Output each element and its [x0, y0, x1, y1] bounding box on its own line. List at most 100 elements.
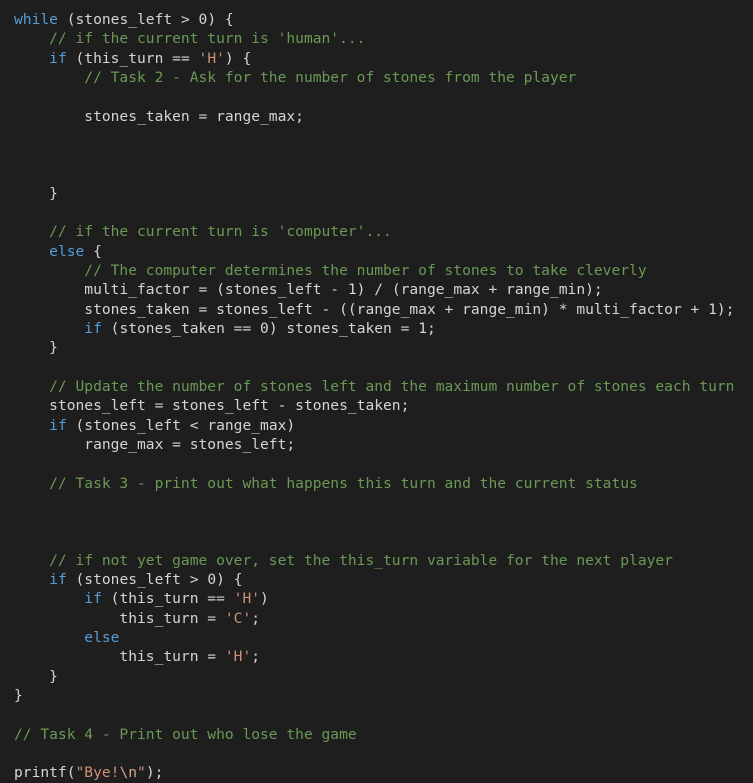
code-line[interactable]: stones_taken = stones_left - ((range_max… — [14, 300, 753, 319]
code-token-def — [14, 571, 49, 588]
code-line[interactable]: } — [14, 667, 753, 686]
code-token-def: ) — [260, 590, 269, 608]
code-token-str: 'C' — [224, 609, 252, 627]
code-line[interactable] — [14, 145, 753, 164]
code-line[interactable]: else { — [14, 242, 753, 261]
code-line[interactable]: } — [14, 338, 753, 357]
code-token-str: "Bye! — [75, 764, 120, 782]
code-token-def — [14, 417, 49, 434]
code-line[interactable] — [14, 203, 753, 222]
code-line[interactable]: // Task 2 - Ask for the number of stones… — [14, 68, 753, 87]
code-token-def: ) { — [207, 11, 234, 28]
code-token-str: 'H' — [224, 648, 252, 666]
code-token-key: if — [49, 571, 67, 589]
code-line[interactable]: else — [14, 628, 753, 647]
code-token-num: 0 — [207, 571, 217, 589]
code-token-def: } — [14, 686, 23, 704]
code-token-key: if — [49, 416, 67, 434]
code-token-str: 'H' — [233, 590, 261, 608]
code-token-com: // if the current turn is 'computer'... — [14, 223, 392, 241]
code-line[interactable]: range_max = stones_left; — [14, 435, 753, 454]
code-token-key: else — [84, 629, 120, 646]
code-line[interactable] — [14, 744, 753, 763]
code-token-def: (stones_left > — [57, 11, 199, 28]
code-token-def — [14, 590, 84, 607]
code-line[interactable]: // if the current turn is 'human'... — [14, 29, 753, 48]
code-token-def: ) { — [224, 49, 252, 67]
code-line[interactable]: // Task 3 - print out what happens this … — [14, 474, 753, 493]
code-token-com: // if the current turn is 'human'... — [14, 30, 366, 48]
code-token-def: stones_left = stones_left - stones_taken… — [14, 397, 410, 415]
code-token-com: // The computer determines the number of… — [14, 262, 647, 280]
code-line[interactable]: // Task 4 - Print out who lose the game — [14, 725, 753, 744]
code-line[interactable]: // Update the number of stones left and … — [14, 377, 753, 396]
code-line[interactable] — [14, 165, 753, 184]
code-token-def: } — [14, 667, 58, 685]
code-token-def: (stones_left > — [66, 571, 208, 589]
code-line[interactable] — [14, 454, 753, 473]
code-line[interactable] — [14, 126, 753, 145]
code-line[interactable] — [14, 493, 753, 512]
code-token-key: else — [49, 242, 85, 260]
code-token-str: " — [137, 764, 146, 782]
code-token-def: } — [14, 339, 58, 357]
code-token-def: { — [84, 242, 102, 260]
code-token-key: if — [49, 49, 67, 67]
code-line[interactable]: multi_factor = (stones_left - 1) / (rang… — [14, 280, 753, 299]
code-token-key: while — [14, 11, 58, 28]
code-line[interactable]: while (stones_left > 0) { — [14, 10, 753, 29]
code-line[interactable]: if (this_turn == 'H') { — [14, 49, 753, 68]
code-token-num: 0 — [198, 11, 208, 28]
code-token-def: ; — [427, 320, 436, 337]
code-line[interactable] — [14, 705, 753, 724]
code-token-def — [14, 50, 49, 67]
code-line[interactable] — [14, 531, 753, 550]
code-line[interactable]: } — [14, 686, 753, 705]
code-token-def — [14, 320, 84, 337]
code-token-def — [14, 629, 84, 646]
code-line[interactable]: this_turn = 'H'; — [14, 647, 753, 666]
code-token-def: ); — [716, 300, 735, 318]
code-line[interactable]: stones_taken = range_max; — [14, 107, 753, 126]
code-token-def: (this_turn == — [66, 49, 199, 67]
code-token-def: } — [14, 184, 58, 202]
code-line[interactable]: } — [14, 184, 753, 203]
code-line[interactable]: stones_left = stones_left - stones_taken… — [14, 396, 753, 415]
code-token-key: if — [84, 320, 102, 337]
code-editor-pane[interactable]: while (stones_left > 0) { // if the curr… — [0, 0, 753, 783]
code-line[interactable] — [14, 87, 753, 106]
code-lines-container: while (stones_left > 0) { // if the curr… — [14, 10, 753, 783]
code-token-str: 'H' — [198, 49, 225, 67]
code-line[interactable]: if (stones_taken == 0) stones_taken = 1; — [14, 319, 753, 338]
code-token-com: // if not yet game over, set the this_tu… — [14, 551, 673, 569]
code-line[interactable]: // The computer determines the number of… — [14, 261, 753, 280]
code-token-num: 1 — [347, 281, 357, 299]
code-token-num: 1 — [418, 320, 427, 337]
code-token-def: stones_taken = stones_left - ((range_max… — [14, 300, 709, 318]
code-line[interactable]: this_turn = 'C'; — [14, 609, 753, 628]
code-token-def: (this_turn == — [101, 590, 234, 608]
code-token-def: ; — [251, 609, 261, 627]
code-line[interactable]: if (stones_left > 0) { — [14, 570, 753, 589]
code-token-def: printf( — [14, 764, 76, 782]
code-token-def: stones_taken = range_max; — [14, 107, 304, 125]
code-line[interactable] — [14, 358, 753, 377]
code-token-def: ; — [251, 648, 261, 666]
code-line[interactable]: if (this_turn == 'H') — [14, 589, 753, 608]
code-token-def: (stones_taken == — [101, 320, 261, 337]
code-token-com: // Task 4 - Print out who lose the game — [14, 725, 357, 743]
code-token-def — [14, 243, 49, 260]
code-token-esc: \n — [119, 764, 138, 782]
code-token-com: // Task 3 - print out what happens this … — [14, 474, 638, 492]
code-token-def: (stones_left < range_max) — [66, 416, 296, 434]
code-line[interactable] — [14, 512, 753, 531]
code-line[interactable]: // if not yet game over, set the this_tu… — [14, 551, 753, 570]
code-line[interactable]: // if the current turn is 'computer'... — [14, 222, 753, 241]
code-token-def: multi_factor = (stones_left - — [14, 281, 348, 299]
code-token-def: ) { — [216, 571, 243, 589]
code-line[interactable]: if (stones_left < range_max) — [14, 416, 753, 435]
code-token-def: this_turn = — [14, 609, 225, 627]
code-token-def: ); — [145, 764, 164, 782]
code-token-num: 1 — [708, 300, 717, 318]
code-token-def: range_max = stones_left; — [14, 435, 296, 453]
